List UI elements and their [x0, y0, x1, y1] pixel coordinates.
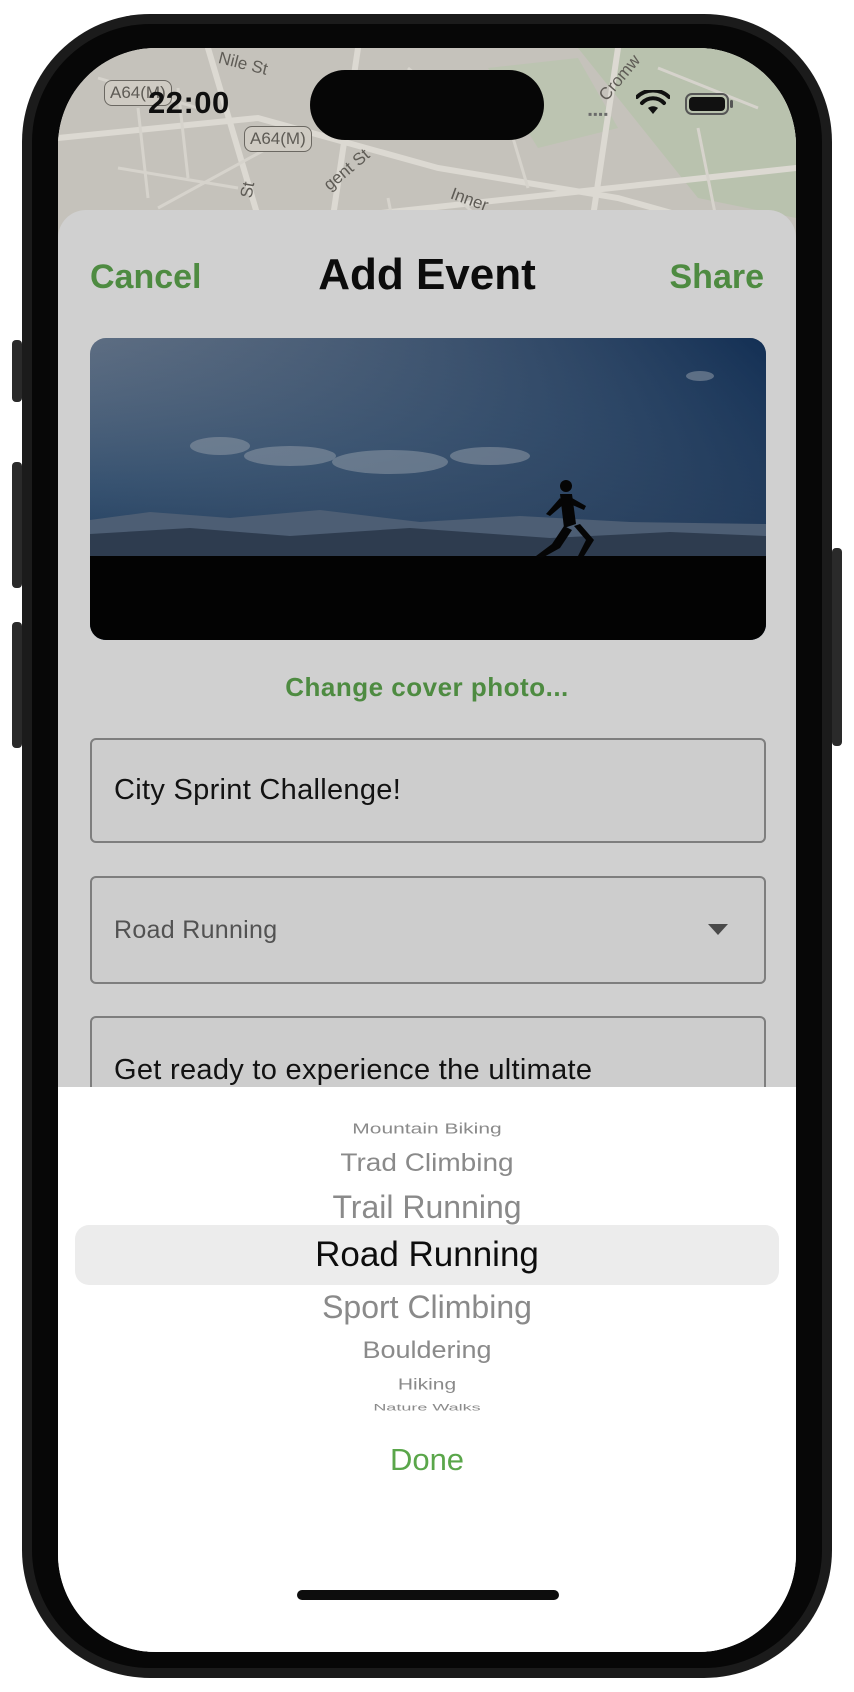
dropdown-caret-icon — [708, 924, 728, 935]
change-cover-photo-button[interactable]: Change cover photo... — [58, 672, 796, 703]
picker-item[interactable]: Bouldering — [58, 1337, 796, 1364]
volume-down-button — [12, 622, 22, 748]
status-time: 22:00 — [148, 85, 230, 120]
activity-type-value: Road Running — [114, 916, 278, 944]
activity-type-select[interactable]: Road Running — [90, 876, 766, 984]
share-button[interactable]: Share — [670, 258, 765, 297]
picker-item[interactable]: Hiking — [58, 1376, 796, 1394]
battery-icon — [685, 93, 733, 115]
runner-silhouette-image — [90, 338, 766, 640]
signal-icon: ▪▪▪▪ — [588, 107, 610, 121]
map-street-label: St — [236, 180, 259, 200]
activity-picker-sheet: Mountain Biking Trad Climbing Trail Runn… — [58, 1087, 796, 1652]
home-indicator — [297, 1590, 559, 1600]
picker-item-selected[interactable]: Road Running — [58, 1235, 796, 1275]
power-button — [832, 548, 842, 746]
picker-item[interactable]: Mountain Biking — [58, 1120, 796, 1137]
event-title-field[interactable]: City Sprint Challenge! — [90, 738, 766, 843]
picker-item[interactable]: Sport Climbing — [58, 1289, 796, 1326]
wifi-icon — [636, 90, 670, 114]
picker-item[interactable]: Trad Climbing — [58, 1149, 796, 1177]
volume-up-button — [12, 462, 22, 588]
picker-item[interactable]: Nature Walks — [58, 1402, 796, 1413]
dynamic-island — [310, 70, 544, 140]
event-title-value: City Sprint Challenge! — [114, 774, 402, 806]
cover-photo — [90, 338, 766, 640]
event-description-value: Get ready to experience the ultimate — [114, 1054, 593, 1086]
picker-item[interactable]: Trail Running — [58, 1189, 796, 1226]
action-button — [12, 340, 22, 402]
done-button[interactable]: Done — [58, 1442, 796, 1478]
road-badge: A64(M) — [244, 126, 312, 152]
activity-picker-wheel[interactable]: Mountain Biking Trad Climbing Trail Runn… — [58, 1117, 796, 1417]
screen: Nile St Inner Cromw St gent St A64(M) A6… — [58, 48, 796, 1652]
